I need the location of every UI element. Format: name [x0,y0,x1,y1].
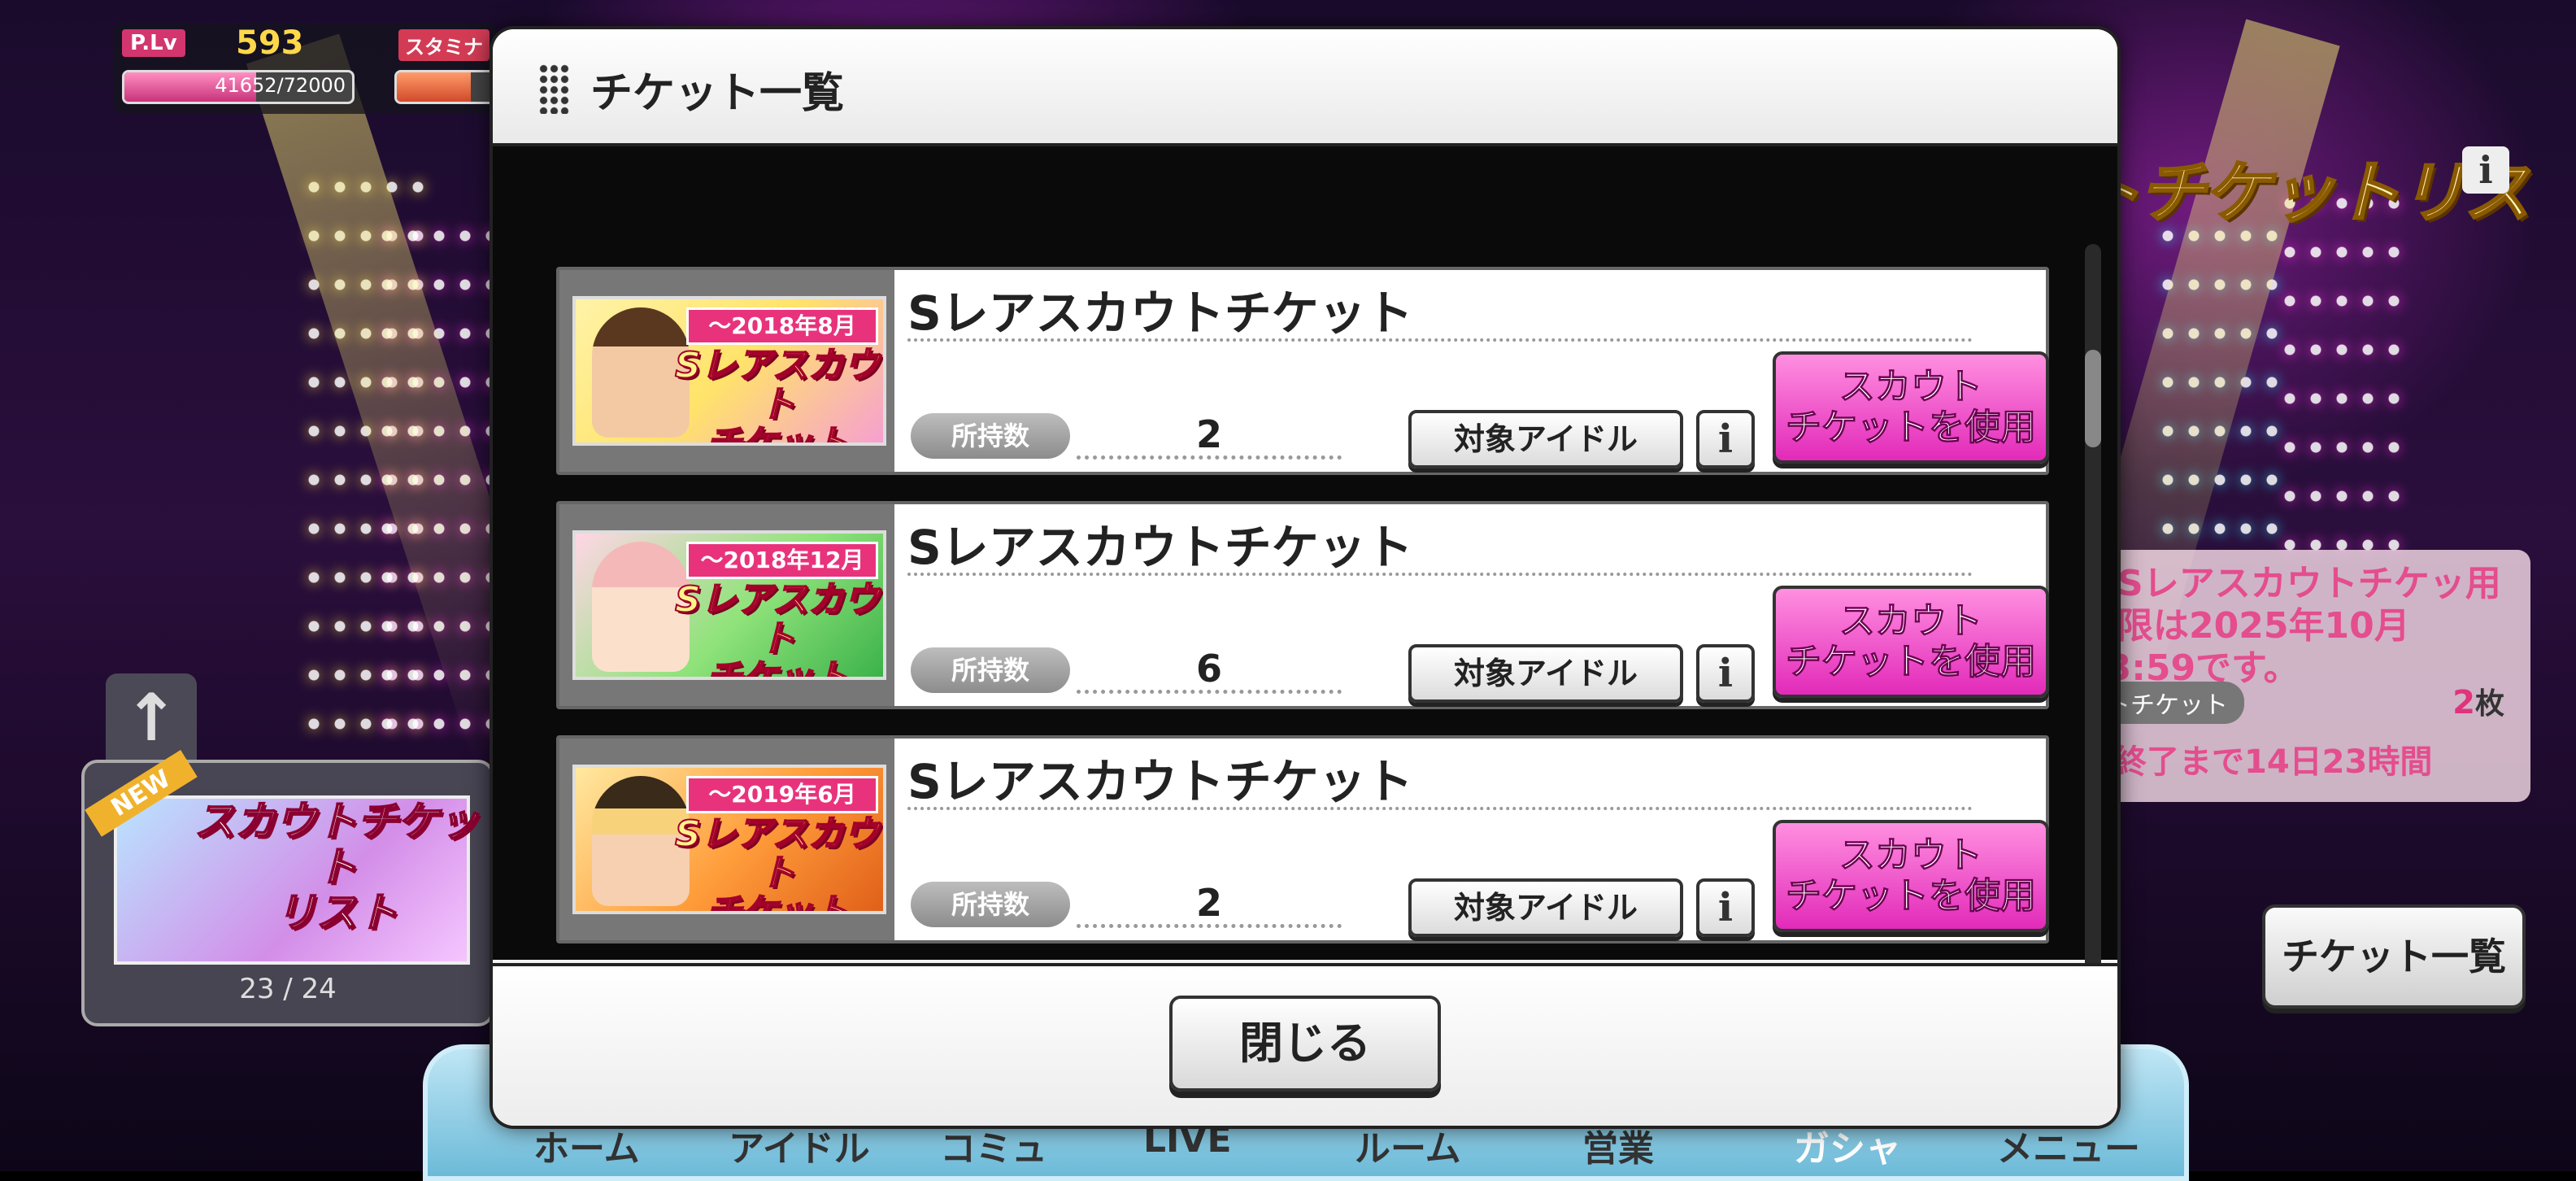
ticket-logo: Sレアスカウト チケット [674,813,881,914]
ticket-info-remaining: 限終了まで14日23時間 [2082,743,2433,781]
scout-ticket-list-banner-title: スカウトチケット リスト [194,798,480,936]
ticket-list[interactable]: ～2018年8月 Sレアスカウト チケット Sレアスカウトチケット 所持数 2 … [493,146,2117,986]
player-status-hud: P.Lv 593 41652/72000 スタミナ [114,23,505,114]
ticket-name: Sレアスカウトチケット [907,754,1413,809]
ticket-thumbnail: ～2018年8月 Sレアスカウト チケット [572,296,886,446]
ticket-date-badge: ～2019年6月 [686,776,878,813]
ticket-info-count-value: 2 [2452,684,2475,721]
divider [907,807,1973,810]
ticket-info-count: 2枚 [2452,680,2504,722]
nav-menu[interactable]: メニュー [1997,1119,2140,1171]
ticket-list-dialog: チケット一覧 ～2018年8月 Sレアスカウト チケット Sレアスカウトチケット… [493,29,2117,1126]
dialog-header: チケット一覧 [493,29,2117,146]
info-button[interactable]: i [1696,410,1755,468]
target-idol-button[interactable]: 対象アイドル [1408,644,1683,703]
ticket-info-panel: 年Sレアスカウトチケッ用期限は2025年10月23:59です。 ウトチケット 2… [2065,550,2530,802]
owned-count-value: 2 [1077,410,1342,460]
use-scout-ticket-button[interactable]: スカウト チケットを使用 [1773,820,2049,932]
owned-count-value: 2 [1077,878,1342,928]
stamina-label: スタミナ [398,29,490,61]
nav-home[interactable]: ホーム [533,1119,640,1171]
owned-count-label: 所持数 [911,413,1070,459]
scrollbar[interactable] [2085,244,2101,976]
info-button[interactable]: i [1696,878,1755,937]
scout-ticket-list-count: 23 / 24 [239,973,337,1005]
player-level-label: P.Lv [122,29,185,57]
ticket-thumbnail-frame: ～2018年12月 Sレアスカウト チケット [559,504,894,706]
exp-bar: 41652/72000 [122,70,355,104]
ticket-thumbnail: ～2019年6月 Sレアスカウト チケット [572,765,886,914]
exp-text: 41652/72000 [215,74,346,97]
owned-count-label: 所持数 [911,882,1070,927]
ticket-name: Sレアスカウトチケット [907,285,1413,341]
ticket-date-badge: ～2018年12月 [686,542,878,579]
target-idol-button[interactable]: 対象アイドル [1408,410,1683,468]
grip-icon [538,63,571,114]
ticket-info-row: ウトチケット 2枚 [2065,680,2521,724]
nav-idol[interactable]: アイドル [729,1119,870,1171]
use-scout-ticket-button[interactable]: スカウト チケットを使用 [1773,351,2049,464]
divider [907,338,1973,342]
ticket-row: ～2019年6月 Sレアスカウト チケット Sレアスカウトチケット 所持数 2 … [556,735,2049,943]
ticket-logo: Sレアスカウト チケット [674,579,881,680]
nav-work[interactable]: 営業 [1582,1119,1654,1171]
info-button[interactable]: i [1696,644,1755,703]
stamina-bar-fill [397,72,471,102]
ticket-name: Sレアスカウトチケット [907,520,1413,575]
arrow-up-icon[interactable]: ↑ [106,673,197,763]
owned-count-value: 6 [1077,644,1342,694]
close-button[interactable]: 閉じる [1169,996,1441,1092]
ticket-list-button[interactable]: チケット一覧 [2262,904,2526,1009]
scrollbar-thumb[interactable] [2085,350,2101,447]
ticket-thumbnail-frame: ～2019年6月 Sレアスカウト チケット [559,739,894,940]
player-level-value: 593 [236,24,304,62]
ticket-info-count-unit: 枚 [2474,687,2504,721]
ticket-thumbnail: ～2018年12月 Sレアスカウト チケット [572,530,886,680]
stamina-bar [394,70,505,104]
info-icon[interactable]: i [2462,146,2509,194]
scout-ticket-list-card[interactable]: NEW スカウトチケット リスト 23 / 24 [81,750,494,1026]
ticket-info-description: 年Sレアスカウトチケッ用期限は2025年10月23:59です。 [2082,563,2501,689]
ticket-row: ～2018年12月 Sレアスカウト チケット Sレアスカウトチケット 所持数 6… [556,501,2049,709]
ticket-row: ～2018年8月 Sレアスカウト チケット Sレアスカウトチケット 所持数 2 … [556,267,2049,475]
divider [907,573,1973,576]
nav-commu[interactable]: コミュ [940,1119,1047,1171]
owned-count-label: 所持数 [911,647,1070,693]
ticket-thumbnail-frame: ～2018年8月 Sレアスカウト チケット [559,270,894,472]
target-idol-button[interactable]: 対象アイドル [1408,878,1683,937]
dialog-title: チケット一覧 [590,69,845,118]
use-scout-ticket-button[interactable]: スカウト チケットを使用 [1773,586,2049,698]
dialog-footer: 閉じる [493,963,2117,1126]
ticket-date-badge: ～2018年8月 [686,307,878,345]
nav-gacha[interactable]: ガシャ [1794,1119,1901,1171]
nav-room[interactable]: ルーム [1355,1119,1461,1171]
ticket-logo: Sレアスカウト チケット [674,345,881,446]
